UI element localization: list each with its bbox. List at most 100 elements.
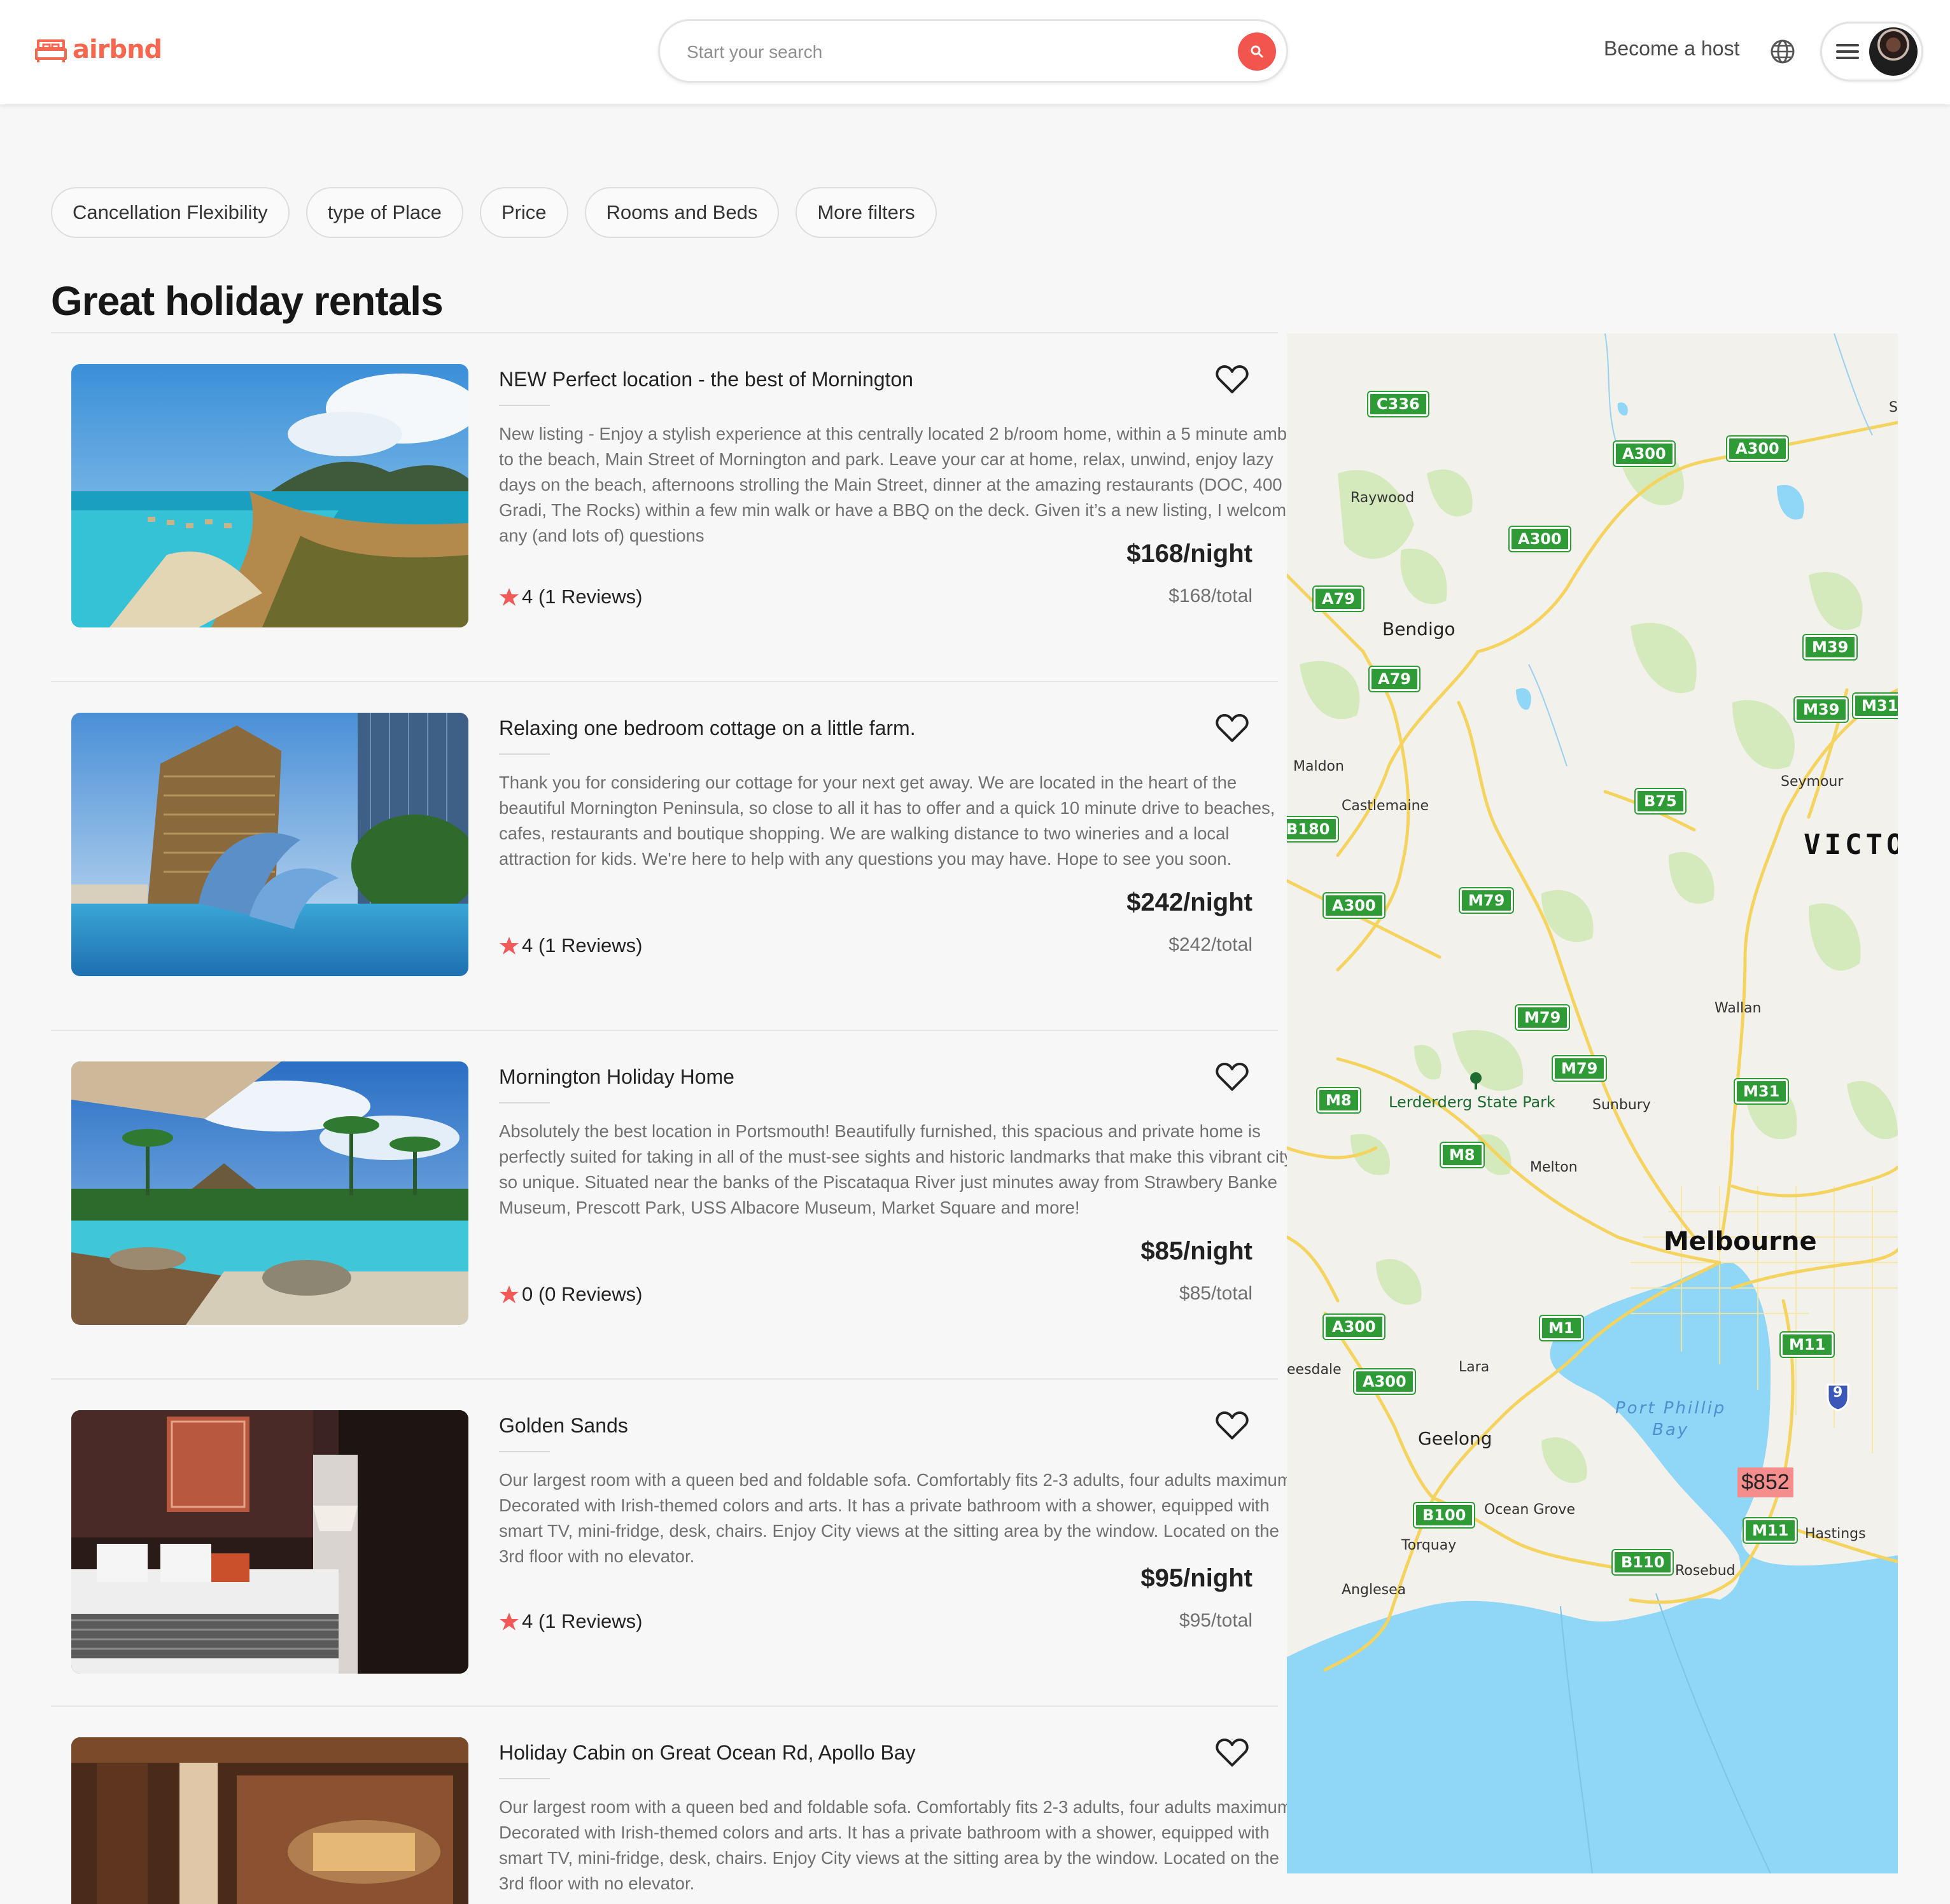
logo-icon [35,39,67,62]
star-icon [500,588,519,606]
listing-price: $168/night [1126,540,1252,568]
map-town-label: Seymour [1781,774,1844,790]
listing-photo[interactable] [71,364,468,627]
highway-shield: M79 [1460,888,1513,913]
rating-text: 0 (0 Reviews) [522,1283,643,1305]
highway-shield: M39 [1804,635,1857,659]
freeway-marker-label: 9 [1833,1385,1843,1401]
highway-shield: M39 [1795,697,1848,722]
map-town-label: Hastings [1805,1526,1866,1542]
listing-description: Our largest room with a queen bed and fo… [499,1470,1297,1566]
highway-shield: A300 [1324,1315,1384,1339]
heart-icon[interactable] [1216,713,1249,743]
listing-description: Thank you for considering our cottage fo… [499,773,1275,869]
listing-photo[interactable] [71,1061,468,1325]
listing-description: New listing - Enjoy a stylish experience… [499,424,1301,545]
star-icon [500,937,519,955]
search-input[interactable] [685,35,1210,69]
listing-photo[interactable] [71,713,468,976]
heart-icon[interactable] [1216,364,1249,395]
star-icon [500,1285,519,1303]
map-bay-line: Bay [1652,1420,1690,1439]
map-town-label: Bendigo [1382,619,1455,640]
map-town-label: Melton [1530,1159,1578,1175]
highway-shield: A300 [1727,437,1788,461]
search-bar[interactable] [658,19,1288,83]
map-town-label: Anglesea [1342,1582,1406,1598]
listing-photo[interactable] [71,1410,468,1674]
listing-card[interactable]: Mornington Holiday Home Absolutely the b… [51,1031,1293,1380]
map-town-label: Raywood [1350,490,1415,506]
listing-rating: 4 (1 Reviews) [499,934,643,957]
map-bay-label: Port Phillip Bay [1615,1397,1726,1441]
map-town-label: Wallan [1715,1000,1762,1016]
listing-card[interactable]: NEW Perfect location - the best of Morni… [51,333,1300,682]
listing-rating: 4 (1 Reviews) [499,1610,643,1633]
highway-shield: M11 [1744,1518,1797,1543]
become-host-link[interactable]: Become a host [1604,37,1739,60]
filter-price[interactable]: Price [479,187,568,238]
heart-icon[interactable] [1216,1061,1249,1092]
heart-icon[interactable] [1216,1737,1249,1768]
filter-more-filters[interactable]: More filters [796,187,937,238]
listing-title[interactable]: Holiday Cabin on Great Ocean Rd, Apollo … [499,1741,916,1765]
map-town-label: Geelong [1418,1428,1492,1449]
map-town-label: Ocean Grove [1484,1502,1575,1518]
listing-card[interactable]: Relaxing one bedroom cottage on a little… [51,682,1278,1031]
highway-shield: M31 [1735,1079,1788,1103]
highway-shield: B110 [1613,1550,1673,1574]
rating-text: 4 (1 Reviews) [522,1610,643,1632]
map-town-label: Sunbury [1592,1097,1651,1113]
highway-shield: A79 [1370,667,1419,691]
star-icon [500,1613,519,1630]
map-price-marker[interactable]: $852 [1737,1467,1793,1497]
rating-text: 4 (1 Reviews) [522,585,643,608]
listing-title[interactable]: Relaxing one bedroom cottage on a little… [499,717,916,740]
listing-photo[interactable] [71,1737,468,1904]
listing-title[interactable]: NEW Perfect location - the best of Morni… [499,368,913,391]
search-icon [1251,45,1263,58]
listing-total: $95/total [1179,1610,1252,1631]
highway-shield: A300 [1324,893,1384,918]
listing-title[interactable]: Golden Sands [499,1414,628,1438]
listing-price: $242/night [1126,888,1252,916]
highway-shield: M8 [1317,1088,1360,1112]
heart-icon[interactable] [1216,1410,1249,1441]
highway-shield: M8 [1441,1143,1484,1167]
listing-rating: 4 (1 Reviews) [499,585,643,608]
filter-type-of-place[interactable]: type of Place [305,187,463,238]
page-title: Great holiday rentals [51,278,444,324]
tropical-coast-photo [71,364,468,627]
filter-bar: Cancellation Flexibility type of Place P… [51,187,937,238]
cabin-interior-photo [71,1737,468,1904]
title-underline [499,753,550,755]
user-menu-button[interactable] [1820,22,1923,81]
highway-shield: B75 [1636,789,1685,813]
map-region-label: VICTO [1804,829,1898,861]
top-nav: airbnd Become a host [0,0,1950,104]
hotel-pool-dolphin-photo [71,713,468,976]
globe-icon[interactable] [1769,38,1796,65]
highway-shield: M1 [1540,1316,1583,1340]
map-town-label: Lara [1459,1359,1490,1375]
logo[interactable]: airbnd [34,33,162,66]
hotel-bedroom-photo [71,1410,468,1674]
search-button[interactable] [1238,32,1276,71]
highway-shield: B100 [1414,1503,1475,1527]
listing-description: Our largest room with a queen bed and fo… [499,1797,1297,1893]
listing-title[interactable]: Mornington Holiday Home [499,1065,734,1089]
listing-price: $95/night [1140,1564,1252,1592]
highway-shield: B180 [1287,817,1338,841]
listing-card[interactable]: Golden Sands Our largest room with a que… [51,1380,1296,1707]
filter-cancellation-flexibility[interactable]: Cancellation Flexibility [51,187,290,238]
rating-text: 4 (1 Reviews) [522,934,643,956]
title-underline [499,1451,550,1452]
filter-rooms-and-beds[interactable]: Rooms and Beds [584,187,780,238]
hamburger-icon [1836,44,1859,59]
listing-price: $85/night [1140,1237,1252,1265]
map-town-label: Rosebud [1675,1563,1736,1579]
avatar [1869,27,1918,76]
listing-card[interactable]: Holiday Cabin on Great Ocean Rd, Apollo … [51,1707,1296,1904]
map[interactable]: C336 A300 A300 A300 A79 A79 M39 M39 M31 … [1287,333,1898,1873]
tree-icon [1470,1072,1482,1089]
